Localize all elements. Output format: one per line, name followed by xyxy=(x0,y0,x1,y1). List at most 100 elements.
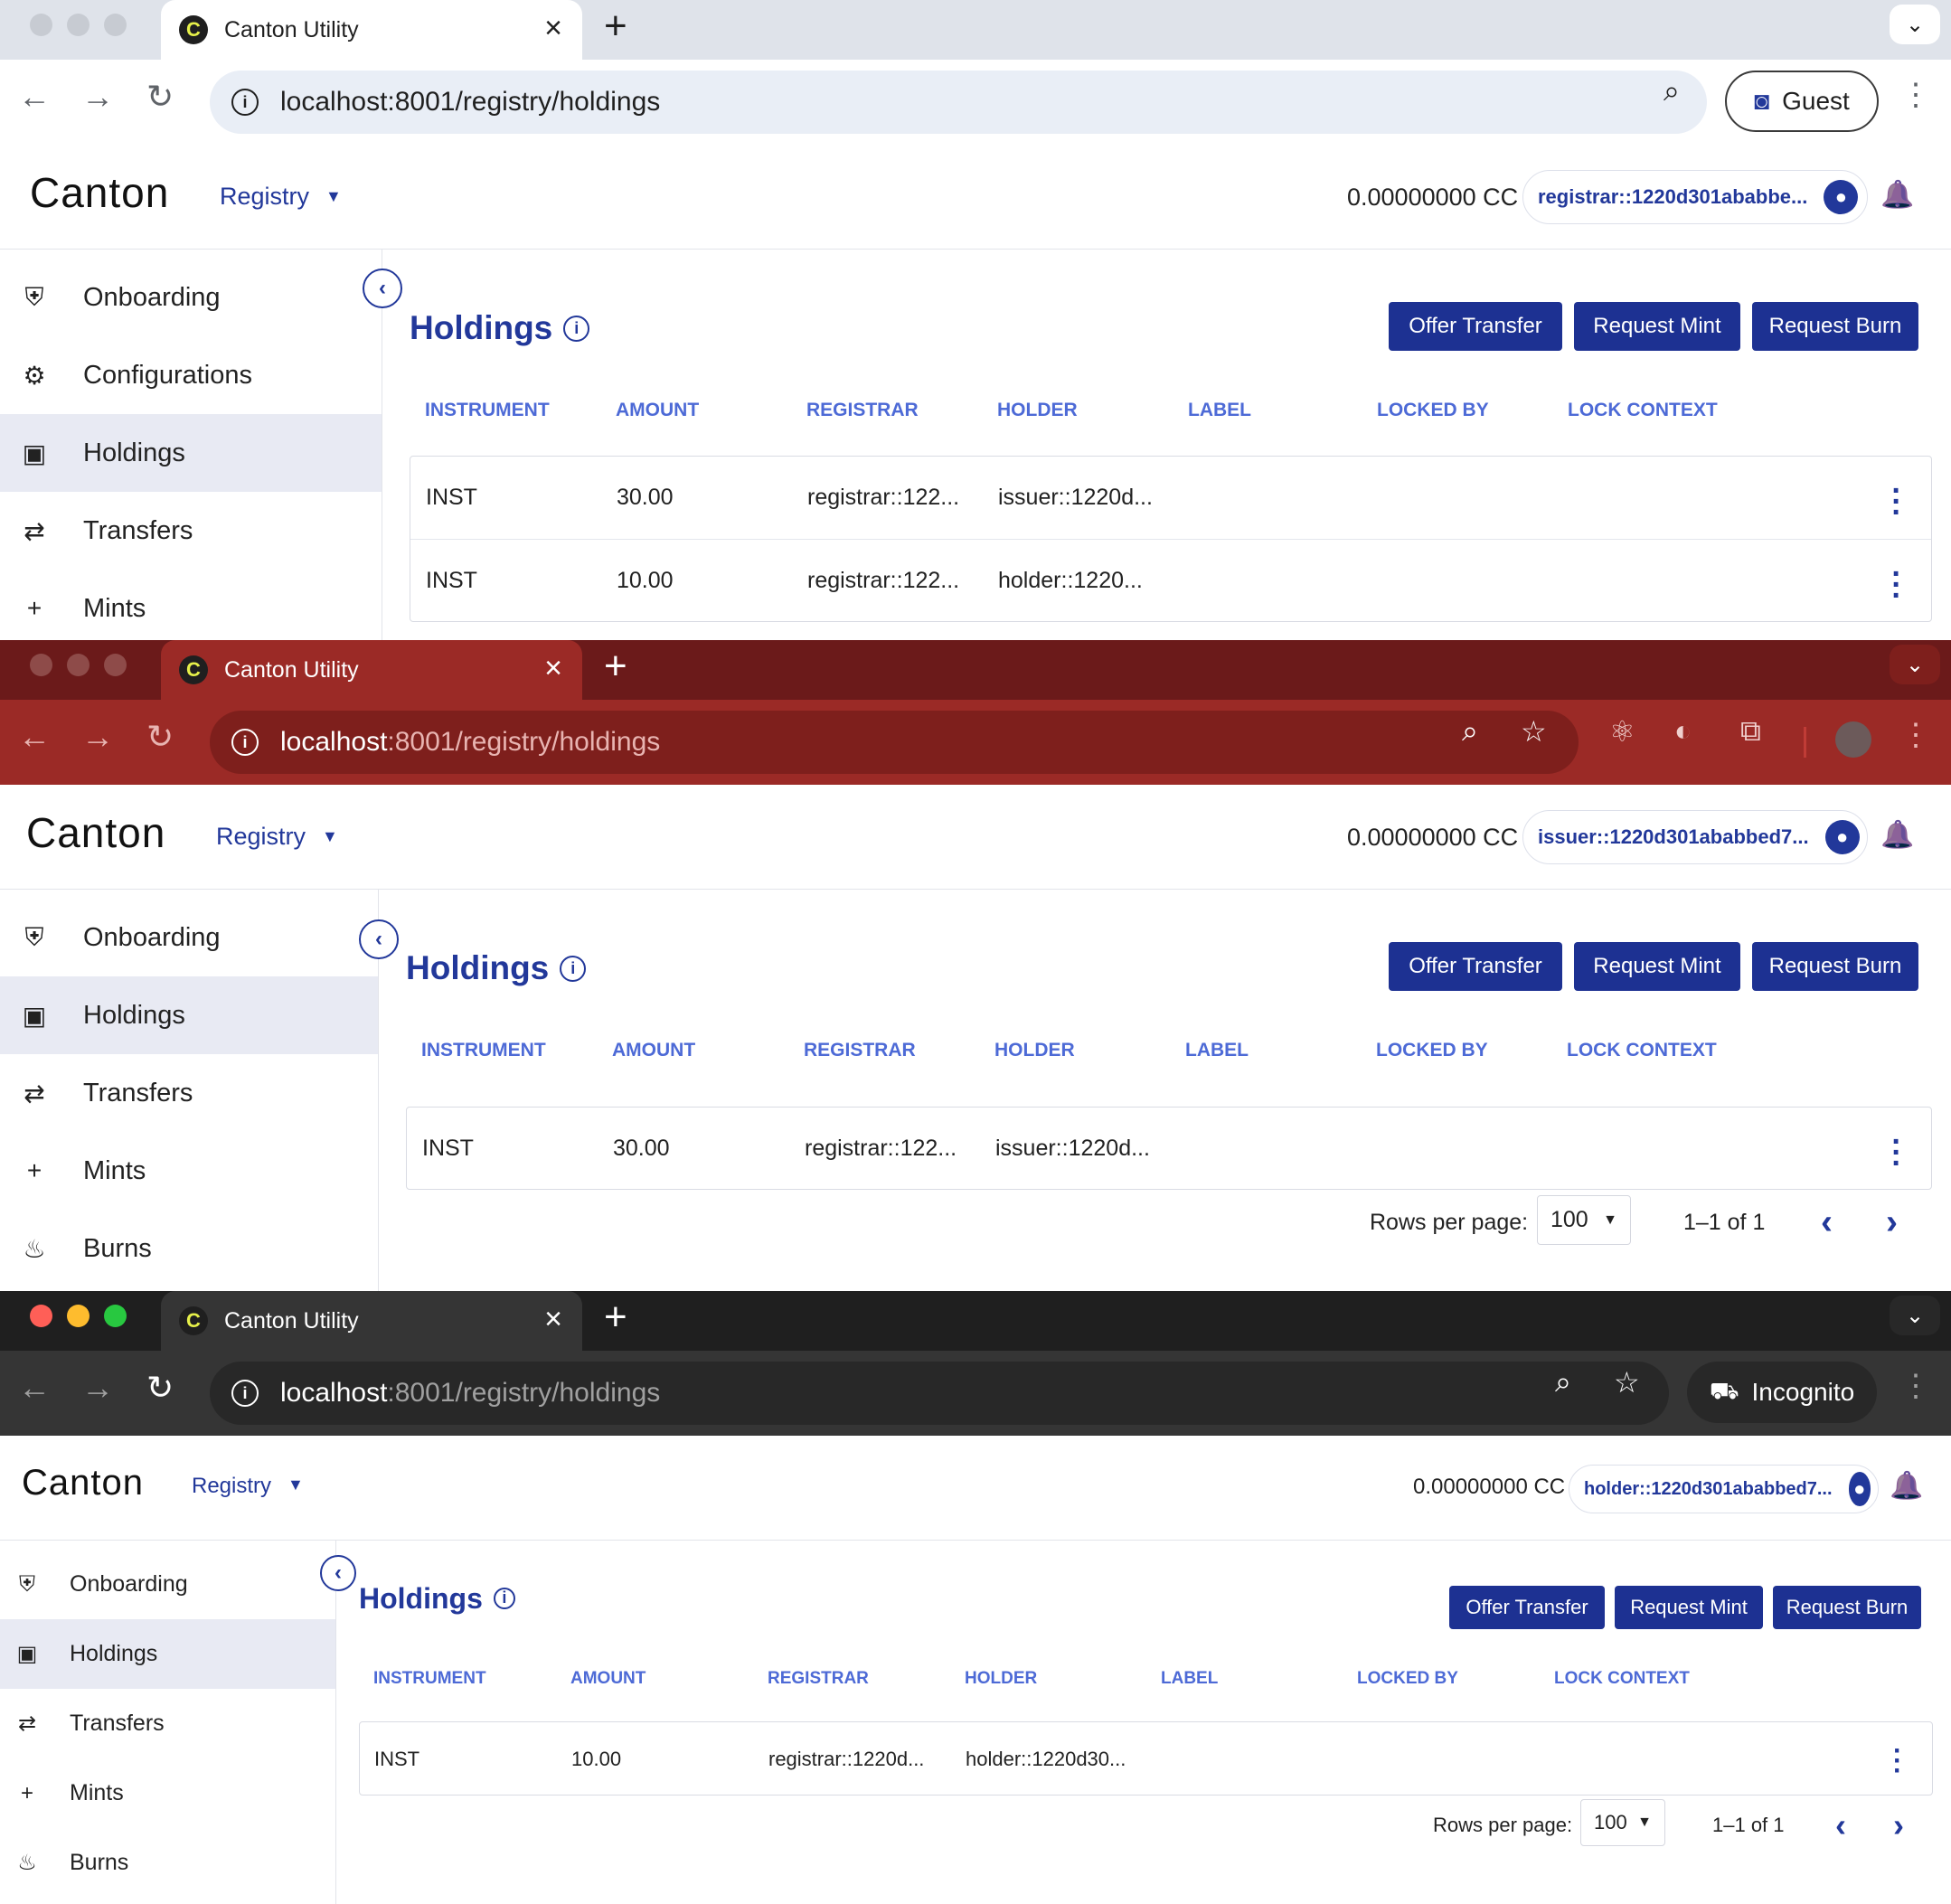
tab-search-button[interactable]: ⌄ xyxy=(1890,1296,1940,1335)
row-actions-menu-icon[interactable]: · · · xyxy=(1888,476,1906,528)
forward-button[interactable]: → xyxy=(81,718,114,756)
row-actions-menu-icon[interactable]: · · · xyxy=(1889,1737,1907,1784)
zoom-icon[interactable]: ⌕ xyxy=(1664,74,1680,108)
party-selector[interactable]: registrar::1220d301ababbe... ● xyxy=(1522,170,1868,224)
sidebar-item-onboarding[interactable]: ⛨ Onboarding xyxy=(0,899,378,976)
new-tab-button[interactable]: + xyxy=(604,644,627,689)
minimize-window-button[interactable] xyxy=(67,1305,90,1327)
info-icon[interactable]: i xyxy=(560,956,587,982)
close-window-button[interactable] xyxy=(30,14,52,36)
column-header-label[interactable]: LABEL xyxy=(1185,1040,1249,1061)
minimize-window-button[interactable] xyxy=(67,654,90,676)
collapse-sidebar-button[interactable]: ‹ xyxy=(359,919,399,959)
sidebar-item-burns[interactable]: ♨ Burns xyxy=(0,1828,335,1898)
column-header-locked-by[interactable]: LOCKED BY xyxy=(1377,400,1489,421)
profile-button[interactable]: ◙ Guest xyxy=(1725,71,1879,132)
column-header-instrument[interactable]: INSTRUMENT xyxy=(425,400,550,421)
browser-menu-button[interactable]: ⋮ xyxy=(1900,80,1931,110)
info-icon[interactable]: i xyxy=(493,1587,515,1609)
reload-button[interactable]: ↻ xyxy=(146,1369,174,1407)
bookmark-star-icon[interactable]: ☆ xyxy=(1521,714,1547,749)
sidebar-item-mints[interactable]: + Mints xyxy=(0,1132,378,1210)
party-selector[interactable]: issuer::1220d301ababbed7... ● xyxy=(1522,810,1868,864)
sidebar-item-transfers[interactable]: ⇄ Transfers xyxy=(0,492,382,570)
next-page-button[interactable]: › xyxy=(1886,1202,1898,1242)
new-tab-button[interactable]: + xyxy=(604,4,627,49)
column-header-label[interactable]: LABEL xyxy=(1161,1669,1218,1689)
request-mint-button[interactable]: Request Mint xyxy=(1574,302,1740,351)
browser-tab[interactable]: C Canton Utility × xyxy=(161,640,582,700)
forward-button[interactable]: → xyxy=(81,78,114,116)
request-burn-button[interactable]: Request Burn xyxy=(1752,302,1918,351)
back-button[interactable]: ← xyxy=(18,78,51,116)
close-window-button[interactable] xyxy=(30,654,52,676)
tab-search-button[interactable]: ⌄ xyxy=(1890,5,1940,44)
zoom-icon[interactable]: ⌕ xyxy=(1555,1365,1571,1400)
notifications-bell-icon[interactable]: 🔔 xyxy=(1890,1470,1923,1502)
site-info-icon[interactable]: i xyxy=(231,89,259,116)
collapse-sidebar-button[interactable]: ‹ xyxy=(320,1555,356,1591)
notifications-bell-icon[interactable]: 🔔 xyxy=(1880,179,1914,211)
request-burn-button[interactable]: Request Burn xyxy=(1773,1586,1921,1629)
sidebar-item-onboarding[interactable]: ⛨ Onboarding xyxy=(0,1550,335,1619)
column-header-instrument[interactable]: INSTRUMENT xyxy=(421,1040,546,1061)
extension-icon[interactable]: ◐ xyxy=(1674,714,1692,748)
column-header-instrument[interactable]: INSTRUMENT xyxy=(373,1669,486,1689)
tab-close-icon[interactable]: × xyxy=(544,651,562,686)
next-page-button[interactable]: › xyxy=(1893,1806,1904,1844)
address-bar[interactable]: i localhost:8001/registry/holdings xyxy=(210,1362,1669,1425)
forward-button[interactable]: → xyxy=(81,1369,114,1407)
column-header-lock-context[interactable]: LOCK CONTEXT xyxy=(1567,1040,1717,1061)
back-button[interactable]: ← xyxy=(18,1369,51,1407)
registry-menu[interactable]: Registry ▼ xyxy=(220,183,342,211)
reload-button[interactable]: ↻ xyxy=(146,718,174,756)
new-tab-button[interactable]: + xyxy=(604,1295,627,1340)
sidebar-item-mints[interactable]: + Mints xyxy=(0,570,382,640)
browser-menu-button[interactable]: ⋮ xyxy=(1900,1371,1931,1401)
collapse-sidebar-button[interactable]: ‹ xyxy=(363,269,402,308)
request-mint-button[interactable]: Request Mint xyxy=(1615,1586,1763,1629)
column-header-label[interactable]: LABEL xyxy=(1188,400,1251,421)
sidebar-item-mints[interactable]: + Mints xyxy=(0,1758,335,1828)
table-row[interactable]: INST 10.00 registrar::122... holder::1220..… xyxy=(410,540,1931,623)
extensions-puzzle-icon[interactable]: ⧉ xyxy=(1740,714,1761,749)
column-header-locked-by[interactable]: LOCKED BY xyxy=(1376,1040,1488,1061)
request-burn-button[interactable]: Request Burn xyxy=(1752,942,1918,991)
column-header-locked-by[interactable]: LOCKED BY xyxy=(1357,1669,1458,1689)
browser-menu-button[interactable]: ⋮ xyxy=(1900,720,1931,750)
column-header-lock-context[interactable]: LOCK CONTEXT xyxy=(1554,1669,1690,1689)
maximize-window-button[interactable] xyxy=(104,654,127,676)
party-selector[interactable]: holder::1220d301ababbed7... ● xyxy=(1569,1465,1879,1513)
request-mint-button[interactable]: Request Mint xyxy=(1574,942,1740,991)
browser-tab[interactable]: C Canton Utility × xyxy=(161,0,582,60)
column-header-amount[interactable]: AMOUNT xyxy=(612,1040,695,1061)
rows-per-page-select[interactable]: 100 ▼ xyxy=(1537,1195,1631,1245)
previous-page-button[interactable]: ‹ xyxy=(1835,1806,1846,1844)
sidebar-item-holdings[interactable]: ▣ Holdings xyxy=(0,1619,335,1689)
previous-page-button[interactable]: ‹ xyxy=(1821,1202,1833,1242)
offer-transfer-button[interactable]: Offer Transfer xyxy=(1389,302,1562,351)
address-bar[interactable]: i localhost:8001/registry/holdings xyxy=(210,711,1579,774)
sidebar-item-holdings[interactable]: ▣ Holdings xyxy=(0,414,382,492)
sidebar-item-configurations[interactable]: ⚙ Configurations xyxy=(0,336,382,414)
maximize-window-button[interactable] xyxy=(104,14,127,36)
sidebar-item-transfers[interactable]: ⇄ Transfers xyxy=(0,1054,378,1132)
canton-logo[interactable]: Canton xyxy=(30,168,169,217)
minimize-window-button[interactable] xyxy=(67,14,90,36)
column-header-lock-context[interactable]: LOCK CONTEXT xyxy=(1568,400,1718,421)
row-actions-menu-icon[interactable]: · · · xyxy=(1888,1126,1906,1179)
table-row[interactable]: INST 30.00 registrar::122... issuer::1220d.… xyxy=(407,1108,1931,1191)
tab-close-icon[interactable]: × xyxy=(544,11,562,46)
tab-close-icon[interactable]: × xyxy=(544,1302,562,1337)
column-header-amount[interactable]: AMOUNT xyxy=(570,1669,646,1689)
sidebar-item-burns[interactable]: ♨ Burns xyxy=(0,1210,378,1287)
canton-logo[interactable]: Canton xyxy=(22,1463,144,1503)
site-info-icon[interactable]: i xyxy=(231,729,259,756)
registry-menu[interactable]: Registry ▼ xyxy=(216,823,338,851)
address-bar[interactable]: i localhost:8001/registry/holdings xyxy=(210,71,1707,134)
offer-transfer-button[interactable]: Offer Transfer xyxy=(1389,942,1562,991)
notifications-bell-icon[interactable]: 🔔 xyxy=(1880,819,1914,851)
offer-transfer-button[interactable]: Offer Transfer xyxy=(1449,1586,1605,1629)
column-header-registrar[interactable]: REGISTRAR xyxy=(768,1669,869,1689)
back-button[interactable]: ← xyxy=(18,718,51,756)
